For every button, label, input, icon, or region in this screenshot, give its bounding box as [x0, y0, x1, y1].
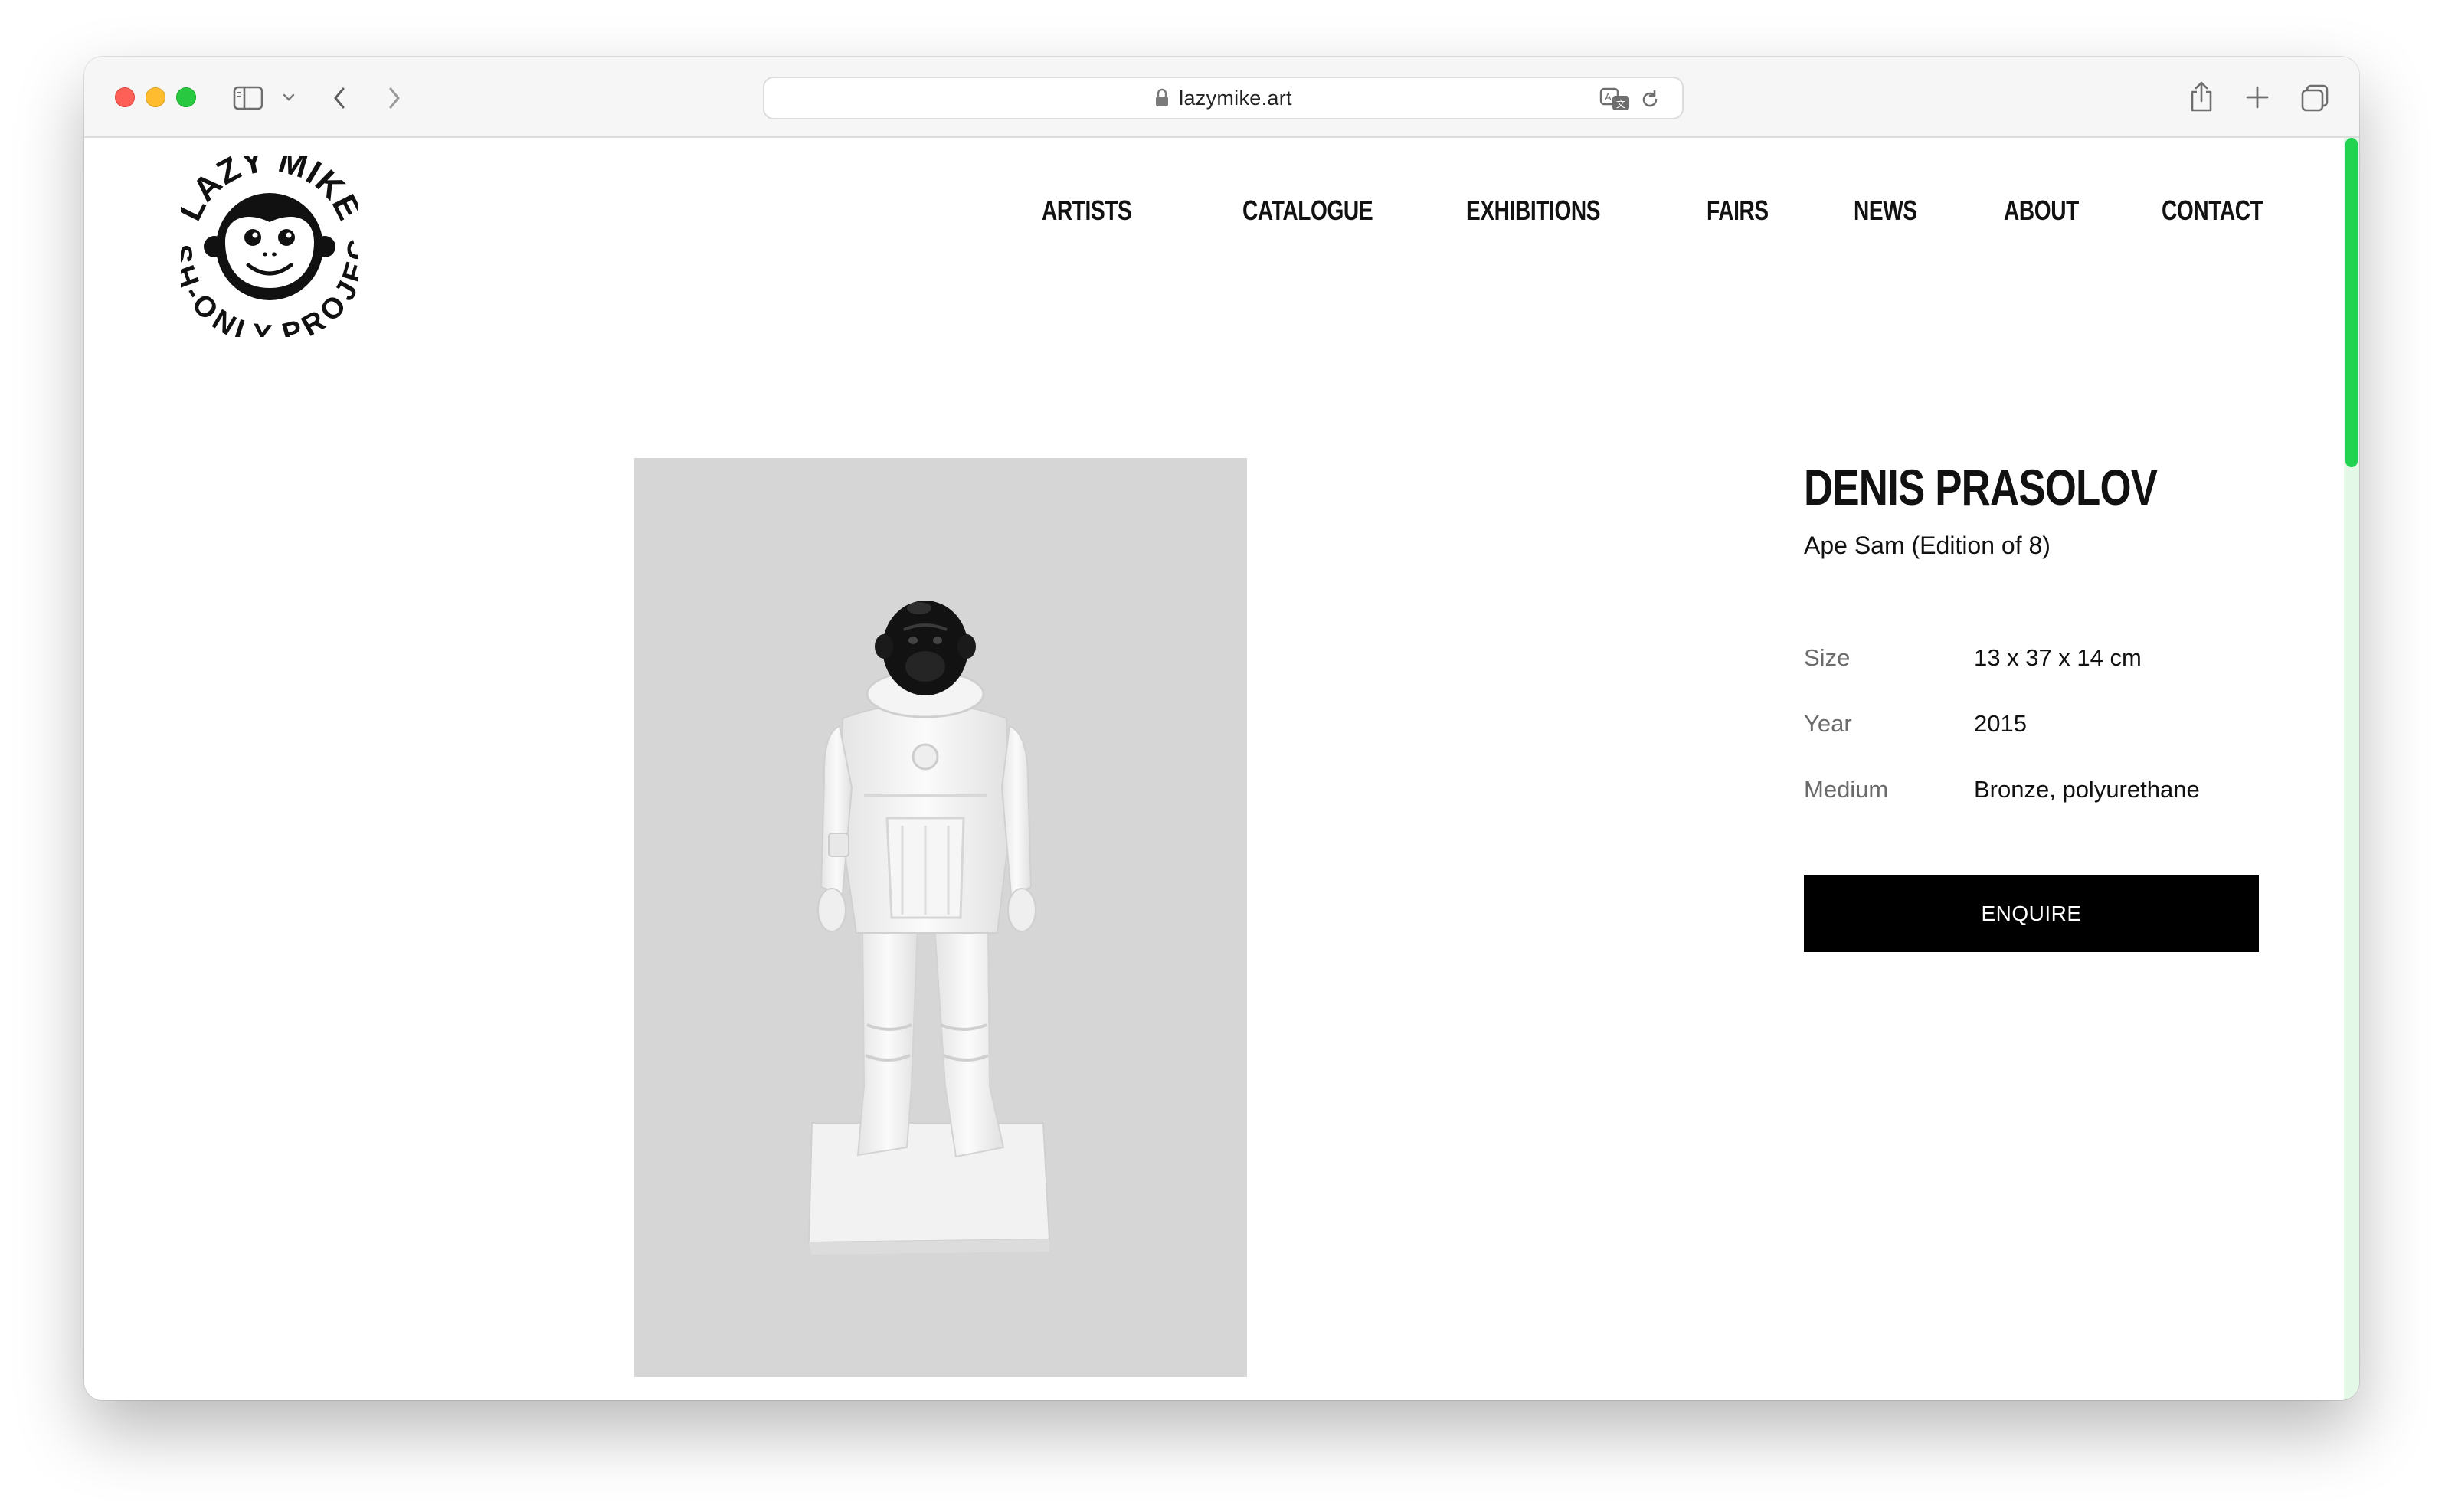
nav-fairs[interactable]: FAIRS — [1707, 195, 1769, 227]
share-icon[interactable] — [2188, 80, 2215, 113]
nav-about[interactable]: ABOUT — [2004, 195, 2079, 227]
scrollbar-track[interactable] — [2344, 138, 2359, 1400]
reload-icon[interactable] — [1639, 89, 1661, 110]
translate-icon[interactable]: A 文 — [1599, 87, 1632, 112]
lock-icon — [1156, 88, 1169, 106]
detail-value: 13 x 37 x 14 cm — [1974, 644, 2142, 671]
browser-window: lazymike.art A 文 AZY MIK ONLY PRO ARTIST… — [84, 57, 2359, 1400]
detail-row-size: Size 13 x 37 x 14 cm — [1804, 644, 2263, 710]
close-window-button[interactable] — [115, 87, 135, 107]
sidebar-icon[interactable] — [233, 86, 263, 110]
nav-catalogue[interactable]: CATALOGUE — [1242, 195, 1373, 227]
back-arrow-icon[interactable] — [329, 84, 349, 112]
enquire-button[interactable]: ENQUIRE — [1804, 875, 2259, 952]
nav-artists[interactable]: ARTISTS — [1042, 195, 1132, 227]
zoom-window-button[interactable] — [176, 87, 196, 107]
svg-text:A: A — [1605, 91, 1612, 103]
detail-value: 2015 — [1974, 710, 2027, 737]
nav-news[interactable]: NEWS — [1854, 195, 1917, 227]
detail-label: Size — [1804, 644, 1851, 671]
browser-toolbar: lazymike.art A 文 — [84, 57, 2359, 138]
new-tab-icon[interactable] — [2244, 84, 2270, 110]
nav-exhibitions[interactable]: EXHIBITIONS — [1466, 195, 1601, 227]
detail-label: Medium — [1804, 776, 1889, 803]
chevron-down-icon[interactable] — [282, 92, 296, 103]
astronaut-ape-sculpture — [807, 601, 1051, 1255]
web-page: LAZY MIKE CASH-ONLY PROJECTS ARTIS — [84, 138, 2359, 1400]
scrollbar-thumb[interactable] — [2345, 138, 2358, 467]
minimize-window-button[interactable] — [146, 87, 165, 107]
detail-value: Bronze, polyurethane — [1974, 776, 2200, 803]
artwork-details: Size 13 x 37 x 14 cm Year 2015 Medium Br… — [1804, 644, 2263, 842]
detail-row-medium: Medium Bronze, polyurethane — [1804, 776, 2263, 842]
artwork-image[interactable] — [634, 458, 1247, 1377]
detail-row-year: Year 2015 — [1804, 710, 2263, 776]
artist-name[interactable]: DENIS PRASOLOV — [1804, 457, 2172, 518]
nav-contact[interactable]: CONTACT — [2162, 195, 2263, 227]
artwork-title: Ape Sam (Edition of 8) — [1804, 532, 2051, 559]
artwork-info: DENIS PRASOLOV Ape Sam (Edition of 8) Si… — [1804, 457, 2263, 952]
svg-text:文: 文 — [1616, 98, 1625, 110]
lazy-mike-logo[interactable]: LAZY MIKE CASH-ONLY PROJECTS — [181, 156, 358, 337]
monkey-face-icon — [204, 193, 335, 300]
tab-overview-icon[interactable] — [2299, 83, 2330, 113]
address-bar[interactable]: lazymike.art A 文 — [763, 77, 1684, 119]
url-text: lazymike.art — [1179, 86, 1292, 110]
detail-label: Year — [1804, 710, 1852, 737]
forward-arrow-icon[interactable] — [385, 84, 404, 112]
